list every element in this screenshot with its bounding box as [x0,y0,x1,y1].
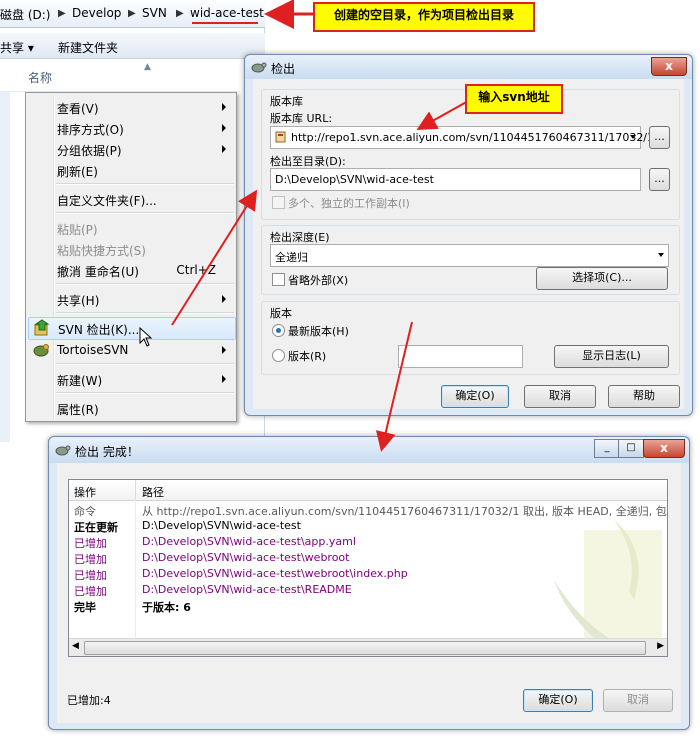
arrow-to-url [416,99,471,130]
arrow-svn-checkout [171,189,258,326]
annotation-svn-url: 输入svn地址 [465,84,563,114]
annotation-empty-directory: 创建的空目录，作为项目检出目录 [313,2,535,32]
annotation-arrows [171,0,471,452]
arrow-to-result [375,321,413,452]
